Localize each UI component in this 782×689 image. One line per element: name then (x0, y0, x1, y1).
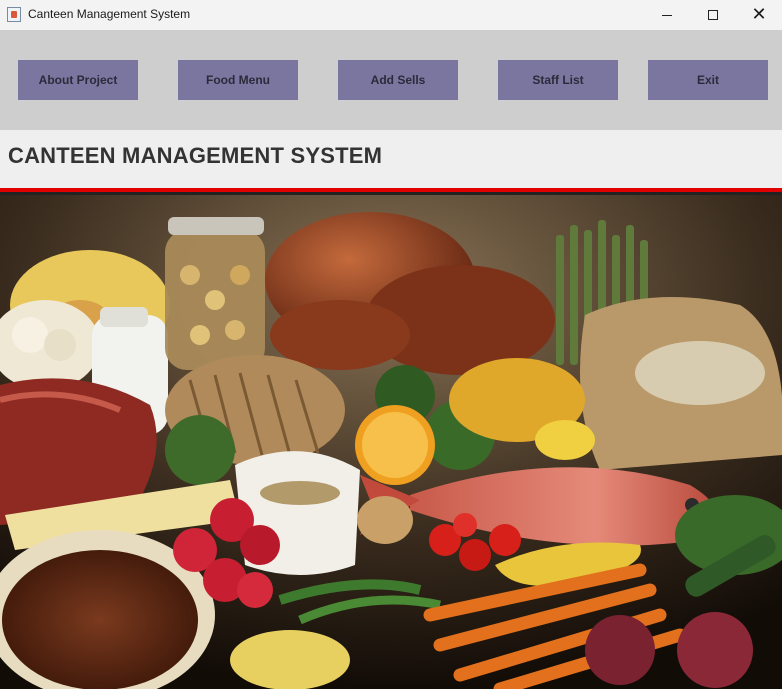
food-menu-button[interactable]: Food Menu (178, 60, 298, 100)
window-title: Canteen Management System (28, 7, 191, 21)
java-cup-icon (7, 7, 21, 22)
exit-button[interactable]: Exit (648, 60, 768, 100)
add-sells-button[interactable]: Add Sells (338, 60, 458, 100)
groceries-image (0, 195, 782, 689)
maximize-icon (708, 10, 718, 20)
maximize-button[interactable] (690, 0, 736, 30)
close-icon: ✕ (751, 4, 767, 25)
close-button[interactable]: ✕ (736, 0, 782, 30)
minimize-button[interactable] (644, 0, 690, 30)
page-title: CANTEEN MANAGEMENT SYSTEM (8, 143, 383, 168)
navigation-toolbar: About Project Food Menu Add Sells Staff … (0, 30, 782, 130)
title-bar: Canteen Management System ✕ (0, 0, 782, 30)
staff-list-button[interactable]: Staff List (498, 60, 618, 100)
about-project-button[interactable]: About Project (18, 60, 138, 100)
minimize-icon (662, 14, 672, 16)
